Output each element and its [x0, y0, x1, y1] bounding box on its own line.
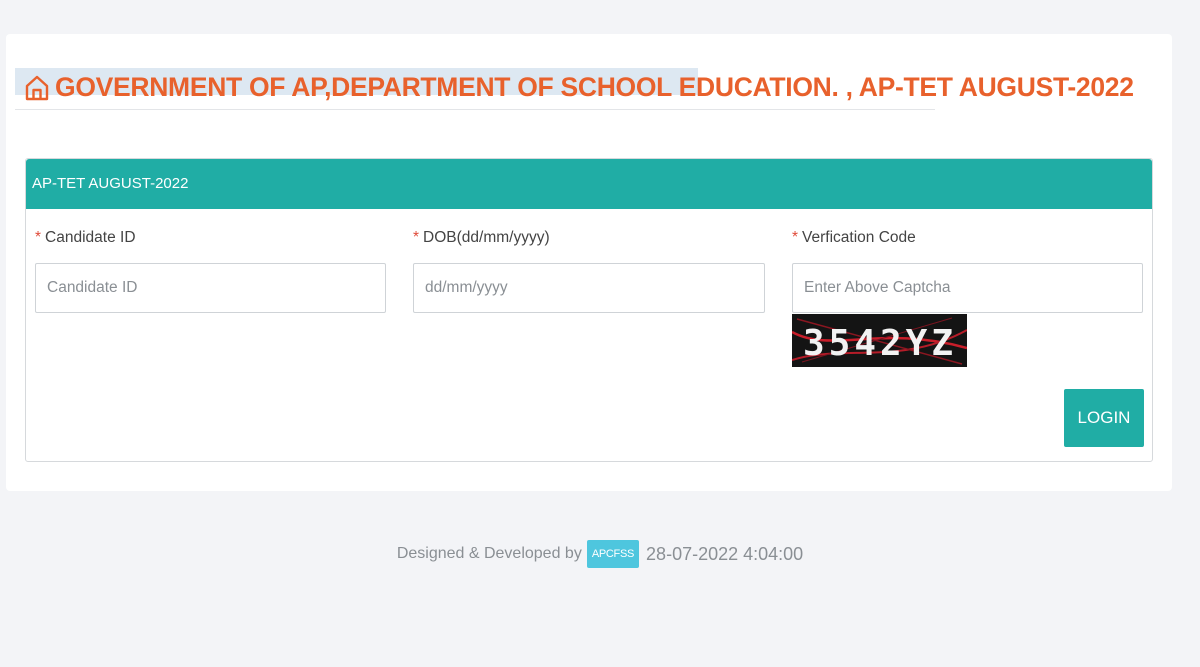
captcha-text: 3542YZ: [803, 323, 957, 364]
page-heading: GOVERNMENT OF AP,DEPARTMENT OF SCHOOL ED…: [15, 68, 1134, 110]
required-marker: *: [35, 229, 42, 246]
dob-input[interactable]: [413, 263, 765, 313]
designed-by-text: Designed & Developed by: [396, 545, 582, 562]
timestamp: 28-07-2022 4:04:00: [646, 543, 804, 564]
footer: Designed & Developed by APCFSS 28-07-202…: [0, 540, 1200, 568]
panel-header: AP-TET AUGUST-2022: [26, 159, 1152, 209]
dob-label: * DOB(dd/mm/yyyy): [413, 229, 550, 247]
dob-label-text: DOB(dd/mm/yyyy): [423, 229, 550, 246]
home-icon[interactable]: [25, 75, 49, 101]
brand-badge[interactable]: APCFSS: [586, 540, 640, 568]
candidate-id-label: * Candidate ID: [35, 229, 136, 247]
required-marker: *: [413, 229, 420, 246]
candidate-id-input[interactable]: [35, 263, 386, 313]
verification-code-label: * Verfication Code: [792, 229, 916, 247]
verification-code-input[interactable]: [792, 263, 1143, 313]
captcha-image: 3542YZ: [792, 314, 967, 367]
page-title-row: GOVERNMENT OF AP,DEPARTMENT OF SCHOOL ED…: [25, 72, 1134, 103]
page-title: GOVERNMENT OF AP,DEPARTMENT OF SCHOOL ED…: [55, 72, 1134, 102]
login-button[interactable]: LOGIN: [1064, 389, 1144, 447]
verification-code-label-text: Verfication Code: [802, 229, 916, 246]
candidate-id-label-text: Candidate ID: [45, 229, 136, 246]
required-marker: *: [792, 229, 799, 246]
login-form-panel: AP-TET AUGUST-2022 *Candidate ID *DOB(dd…: [25, 158, 1153, 462]
